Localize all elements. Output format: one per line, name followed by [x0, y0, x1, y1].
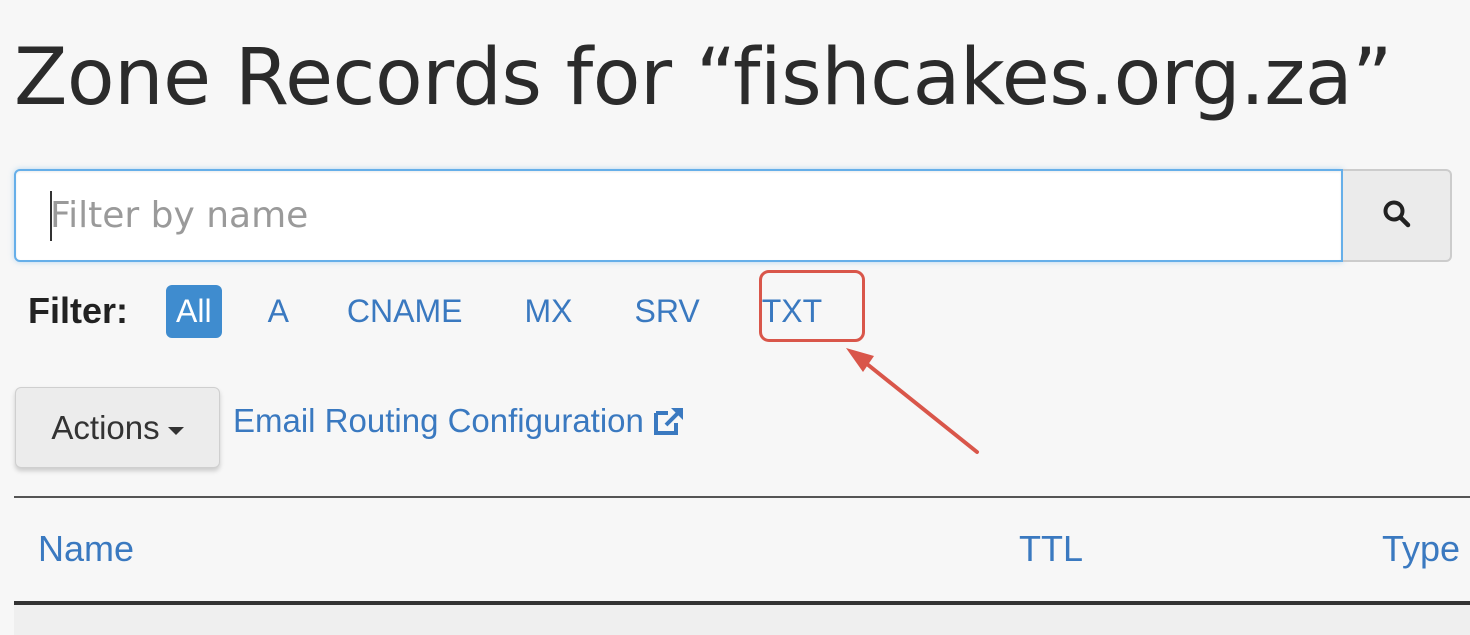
email-routing-label: Email Routing Configuration — [233, 402, 644, 439]
text-cursor — [50, 191, 52, 241]
external-link-icon — [652, 405, 686, 437]
search-icon — [1382, 199, 1412, 233]
search-input[interactable] — [14, 169, 1343, 262]
filter-cname[interactable]: CNAME — [335, 285, 475, 338]
filter-mx[interactable]: MX — [512, 285, 584, 338]
filter-srv[interactable]: SRV — [622, 285, 711, 338]
column-header-name[interactable]: Name — [38, 528, 134, 570]
actions-label: Actions — [51, 408, 160, 446]
caret-down-icon — [167, 426, 184, 435]
search-button[interactable] — [1343, 169, 1452, 262]
column-header-type[interactable]: Type — [1382, 528, 1460, 570]
filter-all[interactable]: All — [166, 284, 222, 338]
page: Zone Records for “fishcakes.org.za” Filt… — [0, 0, 1470, 635]
table-header: Name TTL Type — [14, 498, 1470, 602]
page-title: Zone Records for “fishcakes.org.za” — [14, 33, 1393, 123]
filter-a[interactable]: A — [256, 285, 301, 338]
email-routing-link[interactable]: Email Routing Configuration — [233, 402, 686, 440]
filter-txt[interactable]: TXT — [750, 285, 834, 338]
table-row — [14, 605, 1470, 635]
filter-label: Filter: — [28, 290, 129, 331]
search-group — [14, 169, 1452, 262]
column-header-ttl[interactable]: TTL — [1019, 528, 1083, 570]
actions-dropdown-button[interactable]: Actions — [15, 387, 220, 468]
record-type-filter: Filter: All A CNAME MX SRV TXT — [28, 280, 834, 342]
